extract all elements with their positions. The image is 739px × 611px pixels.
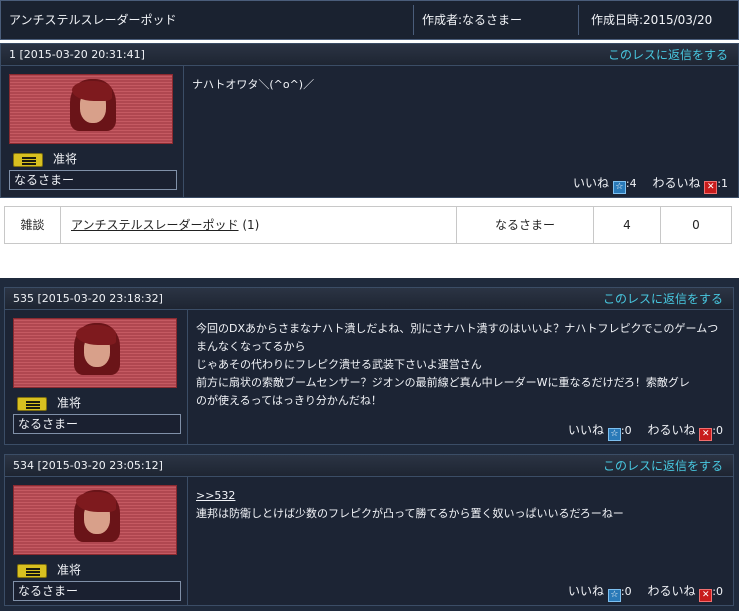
rank-badge-icon [17, 564, 47, 578]
vote-area: いいね ☆:0 わるいね ✕:0 [568, 583, 723, 602]
good-count: :0 [620, 424, 632, 437]
thread-link[interactable]: アンチステルスレーダーポッド [71, 218, 239, 232]
bad-x-icon[interactable]: ✕ [699, 428, 713, 441]
bad-x-icon[interactable]: ✕ [699, 589, 713, 602]
reply-link[interactable]: このレスに返信をする [603, 455, 723, 477]
avatar [13, 318, 177, 388]
rank: 准将 [13, 392, 181, 414]
username: なるさまー [13, 581, 181, 601]
rank: 准将 [13, 559, 181, 581]
thread-title: アンチステルスレーダーポッド [9, 13, 177, 27]
bad-label: わるいね [647, 423, 696, 437]
good-count: :0 [620, 585, 632, 598]
good-label: いいね [568, 584, 605, 598]
thread-top-section: アンチステルスレーダーポッド 作成者:なるさまー 作成日時:2015/03/20… [0, 0, 739, 252]
thread-link-cell: アンチステルスレーダーポッド (1) [61, 207, 457, 243]
post: 534 [2015-03-20 23:05:12] このレスに返信をする 准将 … [4, 454, 734, 606]
vote-area: いいね ☆:0 わるいね ✕:0 [568, 422, 723, 441]
post-header: 534 [2015-03-20 23:05:12] このレスに返信をする [5, 455, 733, 477]
post-body: 今回のDXあからさまなナハト潰しだよね、別にさナハト潰すのはいいよ？ナハトフレピ… [187, 310, 733, 444]
bad-count: :0 [712, 424, 723, 437]
good-star-icon[interactable]: ☆ [612, 181, 626, 194]
good-cell: 4 [594, 207, 661, 243]
rank-label: 准将 [57, 396, 82, 410]
bad-x-icon[interactable]: ✕ [704, 181, 718, 194]
thread-author: 作成者:なるさまー [422, 13, 523, 27]
poster-info: 准将 なるさまー [13, 318, 181, 434]
user-cell: なるさまー [457, 207, 594, 243]
rank-badge-icon [17, 397, 47, 411]
avatar [9, 74, 173, 144]
bad-cell: 0 [692, 218, 700, 232]
thread-header: アンチステルスレーダーポッド 作成者:なるさまー 作成日時:2015/03/20 [0, 0, 739, 40]
good-count: :4 [625, 177, 637, 190]
avatar [13, 485, 177, 555]
bad-label: わるいね [652, 176, 701, 190]
reply-link[interactable]: このレスに返信をする [608, 44, 728, 66]
category-cell: 雑談 [5, 207, 61, 243]
post: 1 [2015-03-20 20:31:41] このレスに返信をする 准将 なる… [0, 43, 739, 198]
post-header: 535 [2015-03-20 23:18:32] このレスに返信をする [5, 288, 733, 310]
post-body: >>532 連邦は防衛しとけば少数のフレピクが凸って勝てるから置く奴いっぱいいる… [187, 477, 733, 605]
anchor-link[interactable]: >>532 [196, 489, 235, 502]
post-text: 今回のDXあからさまなナハト潰しだよね、別にさナハト潰すのはいいよ？ナハトフレピ… [196, 322, 719, 407]
post-text: ナハトオワタ＼(^o^)／ [192, 78, 315, 91]
post-number-date: 1 [2015-03-20 20:31:41] [9, 48, 145, 61]
post-number-date: 535 [2015-03-20 23:18:32] [13, 292, 163, 305]
thread-bottom-section: 535 [2015-03-20 23:18:32] このレスに返信をする 准将 … [0, 278, 739, 611]
good-label: いいね [568, 423, 605, 437]
rank-label: 准将 [57, 563, 82, 577]
post-text: >>532 連邦は防衛しとけば少数のフレピクが凸って勝てるから置く奴いっぱいいる… [196, 487, 725, 523]
rank: 准将 [9, 148, 177, 170]
good-label: いいね [573, 176, 610, 190]
bad-label: わるいね [647, 584, 696, 598]
good-star-icon[interactable]: ☆ [607, 428, 621, 441]
reply-link[interactable]: このレスに返信をする [603, 288, 723, 310]
username: なるさまー [13, 414, 181, 434]
post-body: ナハトオワタ＼(^o^)／ いいね ☆:4 わるいね ✕:1 [183, 66, 738, 197]
thread-list-row: 雑談 アンチステルスレーダーポッド (1) なるさまー 4 0 [4, 206, 732, 244]
rank-badge-icon [13, 153, 43, 167]
thread-created: 作成日時:2015/03/20 [591, 13, 713, 27]
rank-label: 准将 [53, 152, 78, 166]
vote-area: いいね ☆:4 わるいね ✕:1 [573, 175, 728, 194]
post-number-date: 534 [2015-03-20 23:05:12] [13, 459, 163, 472]
poster-info: 准将 なるさまー [9, 74, 177, 190]
username: なるさまー [9, 170, 177, 190]
bad-count: :1 [717, 177, 728, 190]
bad-count: :0 [712, 585, 723, 598]
good-star-icon[interactable]: ☆ [607, 589, 621, 602]
post-text-body: 連邦は防衛しとけば少数のフレピクが凸って勝てるから置く奴いっぱいいるだろーねー [196, 507, 624, 520]
post-header: 1 [2015-03-20 20:31:41] このレスに返信をする [1, 44, 738, 66]
poster-info: 准将 なるさまー [13, 485, 181, 601]
post: 535 [2015-03-20 23:18:32] このレスに返信をする 准将 … [4, 287, 734, 445]
reply-count: (1) [242, 218, 260, 232]
